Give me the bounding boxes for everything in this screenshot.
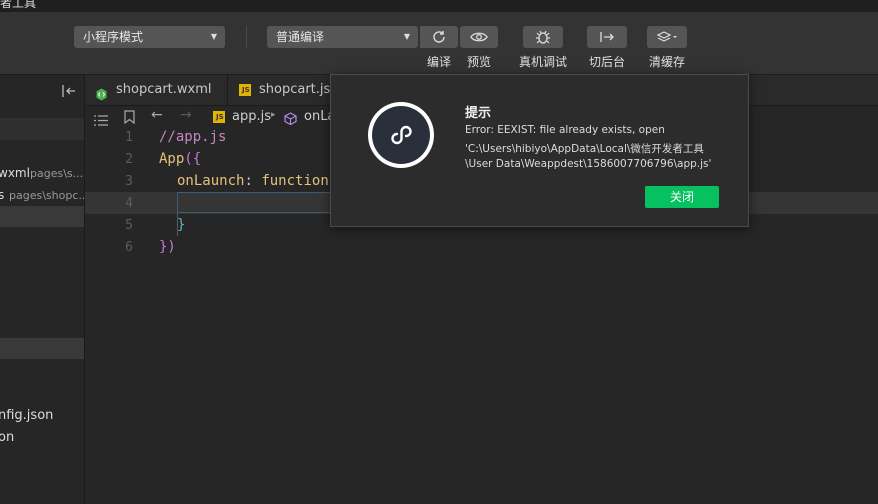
preview-button[interactable]: [460, 26, 498, 48]
file-row-highlighted[interactable]: [0, 338, 84, 359]
compile-label: 编译: [426, 55, 451, 69]
file-row[interactable]: s pages\shopc...: [0, 185, 84, 206]
line-number: 5: [125, 218, 133, 233]
bookmark-icon[interactable]: [124, 109, 135, 128]
sidebar-section-header: [0, 118, 84, 140]
line-number: 4: [125, 196, 133, 211]
file-name: wxml: [0, 166, 30, 180]
chevron-right-icon: ▸: [271, 110, 276, 120]
mode-select[interactable]: 小程序模式 ▼: [74, 26, 225, 48]
tab-shopcart-wxml[interactable]: shopcart.wxml: [85, 75, 228, 105]
file-name: nfig.json: [0, 408, 54, 423]
js-file-icon: JS: [239, 84, 251, 96]
window-title: 者工具: [0, 0, 37, 10]
dialog-message-line: \User Data\Weappdest\1586007706796\app.j…: [465, 158, 712, 170]
close-button[interactable]: 关闭: [645, 186, 719, 208]
switch-background-icon: [600, 32, 614, 42]
file-row-selected[interactable]: [0, 206, 84, 227]
refresh-icon: [433, 31, 445, 43]
tab-label: shopcart.js: [259, 82, 331, 97]
wxml-file-icon: [96, 83, 107, 101]
compile-button[interactable]: [420, 26, 458, 48]
background-button[interactable]: [587, 26, 627, 48]
chevron-down-icon: ▼: [210, 32, 217, 41]
file-name: s: [0, 188, 5, 202]
toolbar-divider: [246, 26, 247, 48]
eye-icon: [470, 32, 488, 42]
background-label: 切后台: [588, 55, 625, 69]
compile-mode-value: 普通编译: [276, 30, 325, 44]
line-number: 3: [125, 174, 133, 189]
clear-cache-label: 清缓存: [648, 55, 685, 69]
code-line: onLaunch: function: [177, 173, 329, 189]
code-comment: //app.js: [159, 129, 227, 145]
line-number: 6: [125, 240, 133, 255]
tab-shopcart-js[interactable]: JS shopcart.js: [227, 75, 331, 105]
code-keyword: function: [261, 173, 329, 189]
file-path: pages\s...: [30, 167, 84, 180]
js-file-icon: JS: [213, 111, 225, 123]
line-number: 2: [125, 152, 133, 167]
file-path: pages\shopc...: [9, 189, 84, 202]
tab-label: shopcart.wxml: [116, 82, 212, 97]
code-line: App({: [159, 151, 201, 167]
code-identifier: App: [159, 151, 185, 167]
remote-debug-label: 真机调试: [518, 55, 567, 69]
file-row[interactable]: wxml pages\s...: [0, 163, 84, 184]
code-punctuation: }: [177, 217, 186, 233]
file-name: on: [0, 430, 15, 445]
toolbar: 小程序模式 ▼ 普通编译 ▼ 编译 预览 真机调试 切后台 清缓存: [0, 12, 878, 75]
file-row[interactable]: on: [0, 428, 84, 449]
method-cube-icon: [284, 110, 297, 129]
bug-icon: [536, 30, 550, 44]
code-punctuation: :: [244, 173, 253, 189]
file-row[interactable]: nfig.json: [0, 406, 84, 427]
line-number: 1: [125, 130, 133, 145]
mode-select-value: 小程序模式: [83, 30, 144, 44]
remote-debug-button[interactable]: [523, 26, 563, 48]
file-explorer-sidebar: wxml pages\s... s pages\shopc... nfig.js…: [0, 75, 85, 504]
window-titlebar: 者工具: [0, 0, 878, 12]
chevron-down-icon: ▼: [403, 32, 410, 41]
dialog-title: 提示: [465, 106, 492, 121]
forward-arrow-icon[interactable]: →: [180, 107, 192, 123]
breadcrumb-file[interactable]: app.js: [232, 109, 271, 124]
dialog-message-line: 'C:\Users\hibiyo\AppData\Local\微信开发者工具: [465, 143, 704, 155]
code-key: onLaunch: [177, 173, 245, 189]
error-dialog: 提示 Error: EEXIST: file already exists, o…: [330, 74, 749, 227]
clear-cache-button[interactable]: [647, 26, 687, 48]
preview-label: 预览: [466, 55, 491, 69]
code-punctuation: }): [159, 239, 176, 255]
code-punctuation: ({: [184, 151, 202, 167]
app-logo-icon: [368, 102, 434, 168]
collapse-sidebar-icon[interactable]: [61, 83, 77, 102]
layers-icon: [656, 31, 677, 42]
compile-mode-select[interactable]: 普通编译 ▼: [267, 26, 418, 48]
back-arrow-icon[interactable]: ←: [151, 107, 163, 123]
dialog-message-line: Error: EEXIST: file already exists, open: [465, 124, 665, 136]
